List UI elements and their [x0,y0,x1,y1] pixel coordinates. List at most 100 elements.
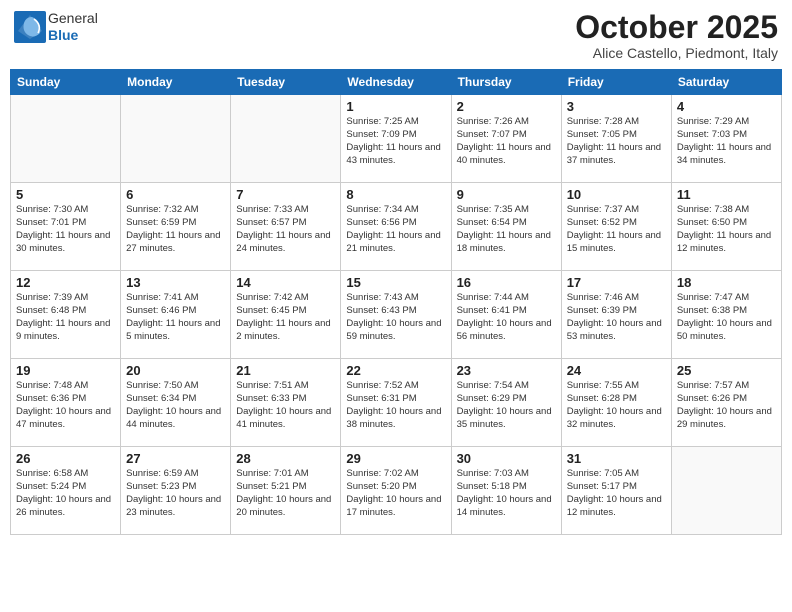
calendar-cell: 28Sunrise: 7:01 AM Sunset: 5:21 PM Dayli… [231,447,341,535]
day-number: 25 [677,363,776,378]
day-number: 8 [346,187,445,202]
day-number: 11 [677,187,776,202]
calendar-cell: 25 Sunrise: 7:57 AM Sunset: 6:26 PM Dayli… [671,359,781,447]
day-number: 29 [346,451,445,466]
day-number: 27 [126,451,225,466]
title-block: October 2025 Alice Castello, Piedmont, I… [575,10,778,61]
day-number: 31 [567,451,666,466]
calendar-cell: 10Sunrise: 7:37 AM Sunset: 6:52 PM Dayli… [561,183,671,271]
day-info: Sunrise: 7:03 AM Sunset: 5:18 PM Dayligh… [457,468,556,519]
day-number: 6 [126,187,225,202]
calendar-cell: 5 Sunrise: 7:30 AM Sunset: 7:01 PM Daylig… [11,183,121,271]
calendar-cell: 11 Sunrise: 7:38 AM Sunset: 6:50 PM Dayli… [671,183,781,271]
day-number: 13 [126,275,225,290]
day-number: 28 [236,451,335,466]
day-info: Sunrise: 7:51 AM Sunset: 6:33 PM Dayligh… [236,380,335,431]
day-info: Sunrise: 7:02 AM Sunset: 5:20 PM Dayligh… [346,468,445,519]
weekday-header-sunday: Sunday [11,70,121,95]
day-info: Sunrise: 7:26 AM Sunset: 7:07 PM Dayligh… [457,116,556,167]
calendar-cell: 1 Sunrise: 7:25 AM Sunset: 7:09 PM Daylig… [341,95,451,183]
calendar-cell: 21Sunrise: 7:51 AM Sunset: 6:33 PM Dayli… [231,359,341,447]
day-number: 4 [677,99,776,114]
day-info: Sunrise: 7:41 AM Sunset: 6:46 PM Dayligh… [126,292,225,343]
weekday-header-tuesday: Tuesday [231,70,341,95]
calendar-cell: 8 Sunrise: 7:34 AM Sunset: 6:56 PM Daylig… [341,183,451,271]
logo: General Blue [14,10,98,44]
calendar-cell: 23 Sunrise: 7:54 AM Sunset: 6:29 PM Dayli… [451,359,561,447]
day-info: Sunrise: 7:28 AM Sunset: 7:05 PM Dayligh… [567,116,666,167]
calendar-cell [671,447,781,535]
day-number: 7 [236,187,335,202]
day-info: Sunrise: 7:32 AM Sunset: 6:59 PM Dayligh… [126,204,225,255]
calendar-cell: 19 Sunrise: 7:48 AM Sunset: 6:36 PM Dayli… [11,359,121,447]
weekday-header-wednesday: Wednesday [341,70,451,95]
day-number: 15 [346,275,445,290]
day-number: 18 [677,275,776,290]
day-number: 3 [567,99,666,114]
day-number: 2 [457,99,556,114]
day-number: 30 [457,451,556,466]
calendar-cell: 27 Sunrise: 6:59 AM Sunset: 5:23 PM Dayli… [121,447,231,535]
day-number: 20 [126,363,225,378]
day-number: 10 [567,187,666,202]
day-info: Sunrise: 7:46 AM Sunset: 6:39 PM Dayligh… [567,292,666,343]
calendar-cell [231,95,341,183]
calendar-week-row: 12 Sunrise: 7:39 AM Sunset: 6:48 PM Dayli… [11,271,782,359]
day-info: Sunrise: 7:57 AM Sunset: 6:26 PM Dayligh… [677,380,776,431]
day-number: 17 [567,275,666,290]
day-number: 12 [16,275,115,290]
calendar-cell: 16 Sunrise: 7:44 AM Sunset: 6:41 PM Dayli… [451,271,561,359]
calendar-week-row: 19 Sunrise: 7:48 AM Sunset: 6:36 PM Dayli… [11,359,782,447]
day-number: 9 [457,187,556,202]
weekday-header-thursday: Thursday [451,70,561,95]
calendar-cell: 17 Sunrise: 7:46 AM Sunset: 6:39 PM Dayli… [561,271,671,359]
day-info: Sunrise: 7:29 AM Sunset: 7:03 PM Dayligh… [677,116,776,167]
day-info: Sunrise: 7:52 AM Sunset: 6:31 PM Dayligh… [346,380,445,431]
day-info: Sunrise: 7:50 AM Sunset: 6:34 PM Dayligh… [126,380,225,431]
month-title: October 2025 [575,10,778,45]
day-info: Sunrise: 7:54 AM Sunset: 6:29 PM Dayligh… [457,380,556,431]
day-info: Sunrise: 7:38 AM Sunset: 6:50 PM Dayligh… [677,204,776,255]
calendar-cell: 29 Sunrise: 7:02 AM Sunset: 5:20 PM Dayli… [341,447,451,535]
calendar-cell: 3 Sunrise: 7:28 AM Sunset: 7:05 PM Daylig… [561,95,671,183]
day-number: 16 [457,275,556,290]
calendar-cell: 30 Sunrise: 7:03 AM Sunset: 5:18 PM Dayli… [451,447,561,535]
calendar-week-row: 5 Sunrise: 7:30 AM Sunset: 7:01 PM Daylig… [11,183,782,271]
day-info: Sunrise: 7:25 AM Sunset: 7:09 PM Dayligh… [346,116,445,167]
day-info: Sunrise: 6:58 AM Sunset: 5:24 PM Dayligh… [16,468,115,519]
day-number: 22 [346,363,445,378]
day-info: Sunrise: 7:44 AM Sunset: 6:41 PM Dayligh… [457,292,556,343]
day-number: 19 [16,363,115,378]
day-info: Sunrise: 7:43 AM Sunset: 6:43 PM Dayligh… [346,292,445,343]
calendar-cell: 14 Sunrise: 7:42 AM Sunset: 6:45 PM Dayli… [231,271,341,359]
calendar-cell: 13 Sunrise: 7:41 AM Sunset: 6:46 PM Dayli… [121,271,231,359]
day-number: 5 [16,187,115,202]
weekday-header-row: SundayMondayTuesdayWednesdayThursdayFrid… [11,70,782,95]
day-number: 1 [346,99,445,114]
calendar-cell [11,95,121,183]
day-info: Sunrise: 6:59 AM Sunset: 5:23 PM Dayligh… [126,468,225,519]
day-info: Sunrise: 7:55 AM Sunset: 6:28 PM Dayligh… [567,380,666,431]
day-info: Sunrise: 7:39 AM Sunset: 6:48 PM Dayligh… [16,292,115,343]
day-info: Sunrise: 7:42 AM Sunset: 6:45 PM Dayligh… [236,292,335,343]
calendar-cell: 24Sunrise: 7:55 AM Sunset: 6:28 PM Dayli… [561,359,671,447]
day-info: Sunrise: 7:34 AM Sunset: 6:56 PM Dayligh… [346,204,445,255]
calendar-cell: 22 Sunrise: 7:52 AM Sunset: 6:31 PM Dayli… [341,359,451,447]
calendar-cell: 20 Sunrise: 7:50 AM Sunset: 6:34 PM Dayli… [121,359,231,447]
weekday-header-monday: Monday [121,70,231,95]
calendar-cell [121,95,231,183]
calendar-cell: 18Sunrise: 7:47 AM Sunset: 6:38 PM Dayli… [671,271,781,359]
day-number: 23 [457,363,556,378]
day-info: Sunrise: 7:30 AM Sunset: 7:01 PM Dayligh… [16,204,115,255]
calendar-cell: 26 Sunrise: 6:58 AM Sunset: 5:24 PM Dayli… [11,447,121,535]
day-info: Sunrise: 7:48 AM Sunset: 6:36 PM Dayligh… [16,380,115,431]
calendar-cell: 4 Sunrise: 7:29 AM Sunset: 7:03 PM Daylig… [671,95,781,183]
weekday-header-friday: Friday [561,70,671,95]
day-number: 14 [236,275,335,290]
calendar-cell: 15 Sunrise: 7:43 AM Sunset: 6:43 PM Dayli… [341,271,451,359]
calendar-table: SundayMondayTuesdayWednesdayThursdayFrid… [10,69,782,535]
location-subtitle: Alice Castello, Piedmont, Italy [575,45,778,61]
day-number: 26 [16,451,115,466]
calendar-cell: 31Sunrise: 7:05 AM Sunset: 5:17 PM Dayli… [561,447,671,535]
logo-icon [14,11,46,43]
